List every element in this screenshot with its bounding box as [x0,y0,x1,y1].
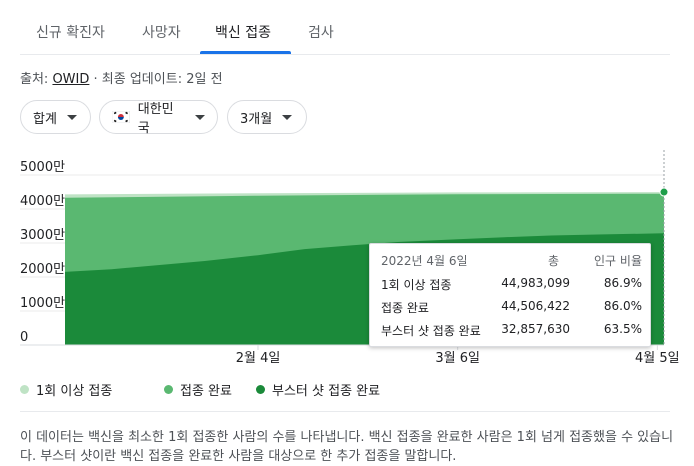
legend-item[interactable]: 접종 완료 [164,380,232,399]
chevron-down-icon [66,114,77,120]
tooltip-row-ratio: 86.9% [603,276,642,290]
tooltip-row: 접종 완료 44,506,422 86.0% [381,299,642,317]
legend-label: 1회 이상 접종 [36,384,113,399]
y-tick-label: 4000만 [20,194,65,209]
tab-bar: 신규 확진자 사망자 백신 접종 검사 [0,0,694,54]
tab-new-cases[interactable]: 신규 확진자 [36,22,105,42]
y-tick-label: 2000만 [20,262,65,277]
legend-swatch [20,385,29,394]
y-tick-label: 0 [20,330,28,345]
section-divider [20,411,670,412]
tooltip-row-ratio: 63.5% [603,322,642,336]
tooltip-row: 부스터 샷 접종 완료 32,857,630 63.5% [381,322,642,340]
hover-point [659,187,669,197]
x-tick-label: 2월 4일 [236,351,281,366]
source-updated: · 최종 업데이트: 2일 전 [93,72,223,87]
source-line: 출처: OWID · 최종 업데이트: 2일 전 [20,68,223,87]
chart-tooltip: 2022년 4월 6일 총 인구 비율 1회 이상 접종 44,983,099 … [369,243,651,347]
legend-swatch [164,385,173,394]
country-value: 대한민국 [137,102,174,136]
y-tick-label: 5000만 [20,160,65,175]
source-prefix: 출처: [20,72,49,87]
x-tick-label: 4월 5일 [635,351,680,366]
range-dropdown[interactable]: 3개월 [227,100,307,134]
legend-label: 접종 완료 [180,384,232,399]
legend-item[interactable]: 1회 이상 접종 [20,380,112,399]
chevron-down-icon [195,114,205,120]
tooltip-row-label: 1회 이상 접종 [381,278,452,292]
tooltip-row-total: 44,506,422 [501,299,570,313]
tooltip-date: 2022년 4월 6일 [381,254,468,268]
legend-label: 부스터 샷 접종 완료 [272,384,381,399]
tab-vaccination[interactable]: 백신 접종 [215,22,271,42]
y-tick-label: 1000만 [20,296,65,311]
legend-item[interactable]: 부스터 샷 접종 완료 [256,380,380,399]
tooltip-col-total: 총 [548,254,560,268]
legend-swatch [256,385,265,394]
tooltip-row-total: 44,983,099 [501,276,570,290]
range-value: 3개월 [240,111,273,127]
x-tick-label: 3월 6일 [435,351,480,366]
tooltip-col-ratio: 인구 비율 [594,254,642,268]
aggregate-value: 합계 [33,111,57,127]
tooltip-row-total: 32,857,630 [501,322,570,336]
aggregate-dropdown[interactable]: 합계 [20,100,91,134]
country-dropdown[interactable]: 대한민국 [99,100,218,136]
tooltip-row-label: 부스터 샷 접종 완료 [381,324,481,338]
tab-deaths[interactable]: 사망자 [142,22,181,42]
tooltip-row-label: 접종 완료 [381,301,429,315]
tab-tests[interactable]: 검사 [308,22,334,42]
tooltip-row: 1회 이상 접종 44,983,099 86.9% [381,276,642,294]
korea-flag-icon [112,111,130,123]
chart-description: 이 데이터는 백신을 최소한 1회 접종한 사람의 수를 나타냅니다. 백신 접… [20,430,674,464]
tooltip-header: 2022년 4월 6일 총 인구 비율 [381,252,642,270]
source-link[interactable]: OWID [52,72,89,87]
tooltip-row-ratio: 86.0% [603,299,642,313]
chevron-down-icon [282,114,293,120]
y-tick-label: 3000만 [20,228,65,243]
tabs-divider [20,54,670,55]
